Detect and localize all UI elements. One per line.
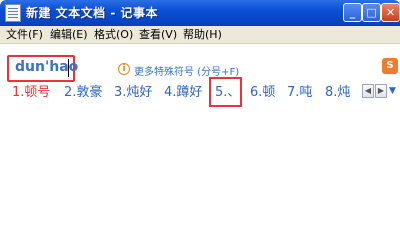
menu-file[interactable]: 文件(F) bbox=[3, 27, 46, 43]
candidate-6[interactable]: 6.顿 bbox=[250, 84, 275, 102]
candidate-7[interactable]: 7.吨 bbox=[287, 84, 312, 102]
more-symbols-link[interactable]: 更多特殊符号 (分号+F) bbox=[134, 63, 239, 78]
close-button[interactable]: ✕ bbox=[381, 3, 400, 22]
info-icon: i bbox=[118, 63, 130, 75]
page-prev-icon[interactable]: ◀ bbox=[362, 84, 374, 98]
expand-down-icon[interactable]: ▼ bbox=[389, 86, 396, 96]
menu-format[interactable]: 格式(O) bbox=[91, 27, 136, 43]
notepad-icon bbox=[5, 4, 21, 22]
minimize-button[interactable]: _ bbox=[343, 3, 362, 22]
title-bar: 新建 文本文档 - 记事本 _ □ ✕ bbox=[0, 0, 400, 26]
window-title: 新建 文本文档 - 记事本 bbox=[26, 6, 159, 20]
menu-bar: 文件(F) 编辑(E) 格式(O) 查看(V) 帮助(H) bbox=[0, 26, 400, 44]
menu-edit[interactable]: 编辑(E) bbox=[47, 27, 91, 43]
candidate-2[interactable]: 2.敦豪 bbox=[64, 84, 102, 102]
page-next-icon[interactable]: ▶ bbox=[375, 84, 387, 98]
candidate-highlight-box bbox=[209, 77, 242, 107]
menu-view[interactable]: 查看(V) bbox=[136, 27, 180, 43]
ime-logo-icon[interactable]: S bbox=[382, 58, 398, 74]
candidate-8[interactable]: 8.炖 bbox=[325, 84, 350, 102]
candidate-3[interactable]: 3.炖好 bbox=[114, 84, 152, 102]
maximize-button[interactable]: □ bbox=[362, 3, 381, 22]
menu-help[interactable]: 帮助(H) bbox=[180, 27, 225, 43]
candidate-pager: ◀ ▶ bbox=[362, 84, 388, 100]
candidate-1[interactable]: 1.顿号 bbox=[12, 84, 50, 102]
text-caret bbox=[68, 59, 69, 77]
candidate-4[interactable]: 4.蹲好 bbox=[164, 84, 202, 102]
